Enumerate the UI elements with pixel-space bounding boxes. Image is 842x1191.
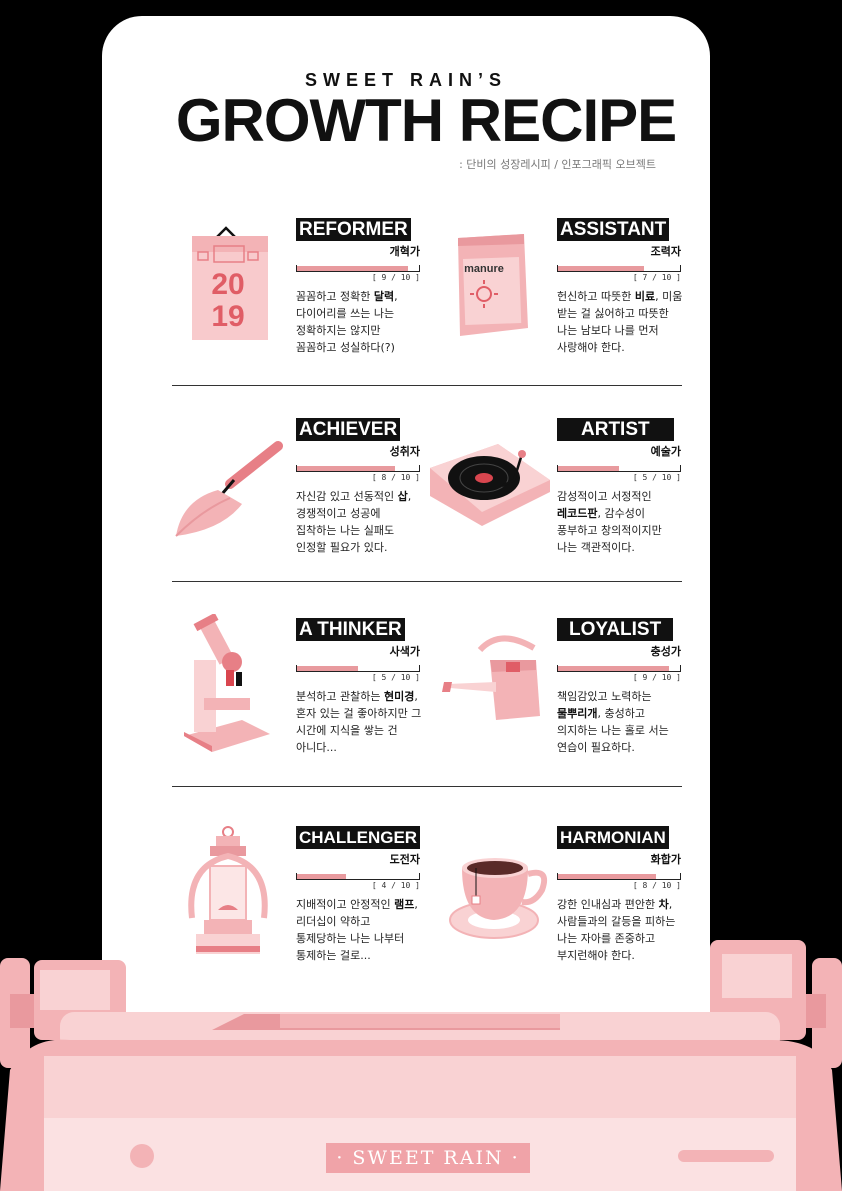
score-label: [ 7 / 10 ] [632, 273, 681, 282]
teacup-icon [449, 858, 548, 939]
tagline: : 단비의 성장레시피 / 인포그래픽 오브젝트 [459, 158, 656, 171]
score-bar [557, 263, 681, 272]
entry-loyalist: LOYALIST 충성가 [ 9 / 10 ] 책임감있고 노력하는 물뿌리개,… [557, 618, 681, 756]
entry-name: HARMONIAN [557, 826, 669, 849]
score-bar [557, 871, 681, 880]
entry-role: 도전자 [389, 853, 420, 866]
entry-name: ACHIEVER [296, 418, 401, 441]
fertilizer-label: manure [464, 263, 504, 275]
score-fill [296, 666, 358, 671]
entry-description: 감성적이고 서정적인 레코드판, 감수성이 풍부하고 창의적이지만 나는 객관적… [557, 490, 662, 554]
entry-description: 분석하고 관찰하는 현미경, 혼자 있는 걸 좋아하지만 그 시간에 지식을 쌓… [296, 690, 422, 754]
score-bar [557, 463, 681, 472]
score-bar [557, 663, 681, 672]
score-label: [ 5 / 10 ] [632, 473, 681, 482]
entry-description: 헌신하고 따뜻한 비료, 미움 받는 걸 싫어하고 따뜻한 나는 남보다 나를 … [557, 290, 683, 354]
page-title: GROWTH RECIPE [175, 87, 677, 154]
divider [172, 385, 682, 386]
entry-assistant: ASSISTANT 조력자 [ 7 / 10 ] 헌신하고 따뜻한 비료, 미움… [557, 218, 682, 356]
score-fill [557, 874, 657, 879]
score-label: [ 9 / 10 ] [371, 273, 420, 282]
entry-role: 화합가 [650, 853, 681, 866]
entry-role: 사색가 [389, 645, 420, 658]
calendar-year-bottom: 19 [211, 300, 244, 333]
score-label: [ 9 / 10 ] [632, 673, 681, 682]
entry-achiever: ACHIEVER 성취자 [ 8 / 10 ] 자신감 있고 선동적인 삽, 경… [296, 418, 420, 556]
entry-role: 개혁가 [389, 245, 420, 258]
entry-thinker: A THINKER 사색가 [ 5 / 10 ] 분석하고 관찰하는 현미경, … [296, 618, 421, 756]
score-bar [296, 263, 420, 272]
entry-name: REFORMER [296, 218, 411, 241]
entry-role: 성취자 [389, 445, 420, 458]
divider [172, 786, 682, 787]
entry-role: 예술가 [650, 445, 681, 458]
entry-role: 조력자 [650, 245, 681, 258]
trowel-icon [175, 441, 283, 537]
entry-name: ARTIST [557, 418, 674, 441]
entry-name: LOYALIST [557, 618, 674, 641]
fertilizer-bag-icon: manure [458, 234, 528, 336]
score-fill [557, 466, 619, 471]
watering-can-icon [442, 635, 540, 720]
record-player-icon [430, 444, 550, 526]
score-bar [296, 463, 420, 472]
calendar-year-top: 20 [211, 268, 244, 301]
entry-name: CHALLENGER [296, 826, 421, 849]
score-fill [296, 874, 346, 879]
score-label: [ 5 / 10 ] [371, 673, 420, 682]
score-fill [296, 466, 396, 471]
score-fill [557, 666, 669, 671]
score-label: [ 4 / 10 ] [371, 881, 420, 890]
entry-description: 꼼꼼하고 정확한 달력, 다이어리를 쓰는 나는 정확하지는 않지만 꼼꼼하고 … [296, 290, 398, 354]
divider [172, 581, 682, 582]
entry-description: 책임감있고 노력하는 물뿌리개, 충성하고 의지하는 나는 홀로 서는 연습이 … [557, 690, 669, 754]
score-label: [ 8 / 10 ] [371, 473, 420, 482]
entry-name: A THINKER [296, 618, 405, 641]
entry-reformer: REFORMER 개혁가 [ 9 / 10 ] 꼼꼼하고 정확한 달력, 다이어… [296, 218, 420, 356]
entry-name: ASSISTANT [557, 218, 670, 241]
score-bar [296, 871, 420, 880]
microscope-icon [184, 614, 270, 752]
brand-plate: · SWEET RAIN · [326, 1143, 530, 1173]
score-fill [296, 266, 408, 271]
entry-description: 자신감 있고 선동적인 삽, 경쟁적이고 성공에 집착하는 나는 실패도 인정할… [296, 490, 412, 554]
score-label: [ 8 / 10 ] [632, 881, 681, 890]
score-bar [296, 663, 420, 672]
score-fill [557, 266, 644, 271]
entry-artist: ARTIST 예술가 [ 5 / 10 ] 감성적이고 서정적인 레코드판, 감… [557, 418, 681, 556]
entry-role: 충성가 [650, 645, 681, 658]
calendar-icon: 20 19 [192, 226, 268, 340]
